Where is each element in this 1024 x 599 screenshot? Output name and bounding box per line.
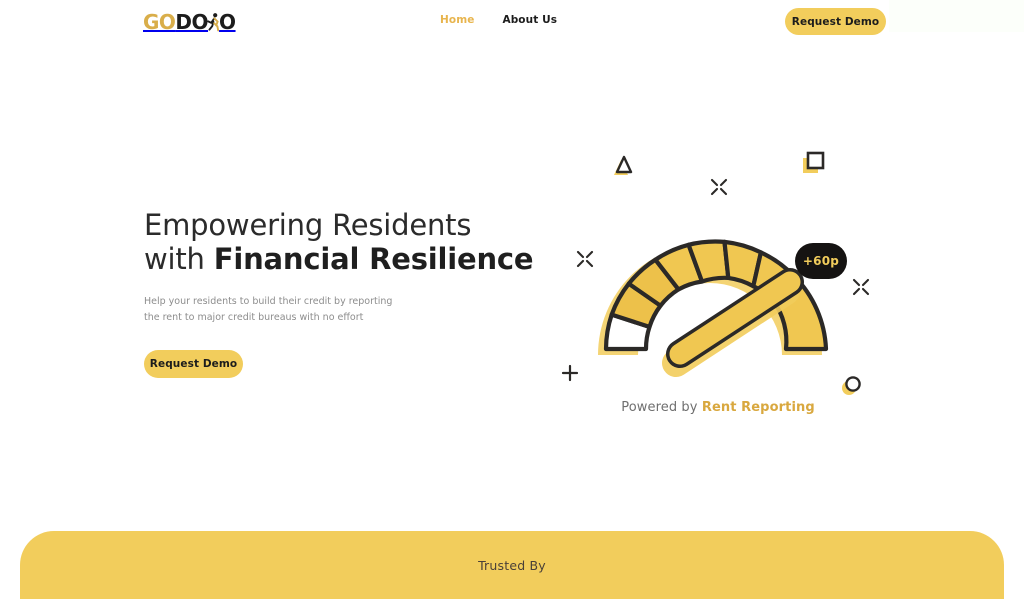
- trusted-by-band: Trusted By: [20, 531, 1004, 599]
- powered-by-caption: Powered by Rent Reporting: [548, 400, 888, 415]
- hero-headline-line-2-strong: Financial Resilience: [213, 242, 534, 277]
- nav-item-home[interactable]: Home: [440, 14, 474, 26]
- hero-copy-block: Empowering Residents with Financial Resi…: [144, 208, 544, 378]
- primary-navigation: Home About Us: [440, 14, 557, 26]
- running-person-mark-icon: [207, 12, 220, 32]
- hero-headline-line-2-prefix: with: [144, 242, 214, 277]
- score-increase-badge: +60p: [795, 243, 847, 279]
- site-logo[interactable]: GO DO O: [143, 11, 236, 33]
- powered-by-prefix: Powered by: [621, 400, 702, 415]
- hero-request-demo-button[interactable]: Request Demo: [144, 349, 243, 378]
- nav-item-about-us[interactable]: About Us: [502, 14, 557, 26]
- logo-text-tail: O: [219, 10, 236, 34]
- hero-subheading: Help your residents to build their credi…: [144, 296, 393, 324]
- powered-by-brand: Rent Reporting: [701, 400, 815, 415]
- logo-text-go: GO: [143, 10, 176, 34]
- header-request-demo-button[interactable]: Request Demo: [785, 8, 886, 35]
- logo-text-do: DO: [175, 10, 209, 34]
- hero-headline-line-1: Empowering Residents: [144, 208, 472, 242]
- trusted-by-label: Trusted By: [478, 557, 546, 573]
- hero-illustration: +60p Powered by Rent Reporting: [548, 128, 888, 428]
- hero-headline: Empowering Residents with Financial Resi…: [144, 208, 544, 276]
- site-header: GO DO O Home About Us Request Demo: [0, 0, 1024, 43]
